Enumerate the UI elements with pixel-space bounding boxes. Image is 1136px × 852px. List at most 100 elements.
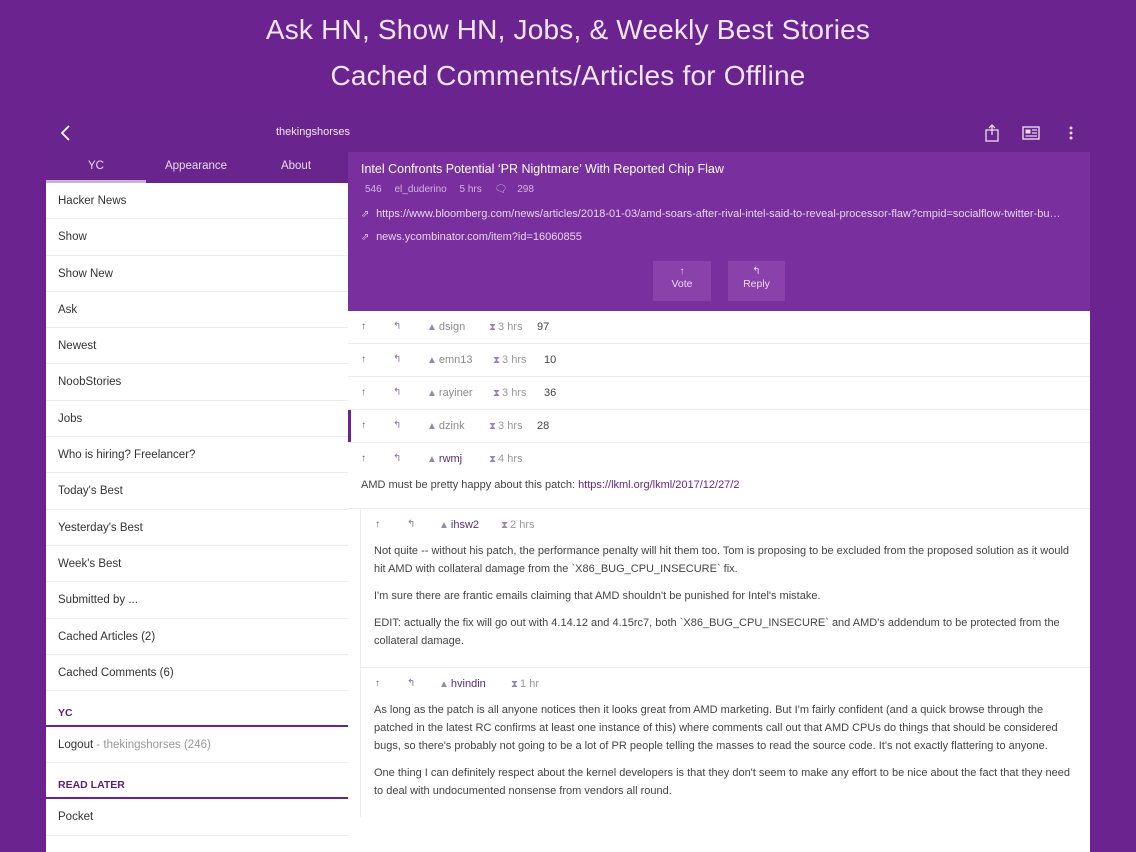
comment-user[interactable]: ▲ rayiner — [427, 387, 473, 399]
menu-item-submitted-by[interactable]: Submitted by ... — [46, 582, 348, 619]
user-icon: ▲ — [427, 388, 437, 399]
upvote-icon[interactable]: ↑ — [361, 453, 366, 464]
reply-icon[interactable]: ↰ — [393, 420, 401, 431]
reply-icon[interactable]: ↰ — [393, 387, 401, 398]
section-header-yc: YC — [46, 691, 348, 728]
user-icon: ▲ — [427, 322, 437, 333]
reply-icon[interactable]: ↰ — [407, 678, 415, 689]
menu-item-todays-best[interactable]: Today's Best — [46, 473, 348, 510]
reply-icon[interactable]: ↰ — [393, 354, 401, 365]
menu-item-yesterdays-best[interactable]: Yesterday's Best — [46, 509, 348, 546]
reply-icon[interactable]: ↰ — [393, 453, 401, 464]
comment-body: AMD must be pretty happy about this patc… — [348, 476, 1090, 509]
comment-row[interactable]: ↑ ↰ ▲ rayiner ⧗ 3 hrs 36 — [348, 377, 1090, 410]
comment-row[interactable]: ↑ ↰ ▲ dsign ⧗ 3 hrs 97 — [348, 311, 1090, 344]
menu-item-hacker-news[interactable]: Hacker News — [46, 183, 348, 220]
user-icon: ▲ — [427, 454, 437, 465]
reply-icon[interactable]: ↰ — [407, 519, 415, 530]
comment-time: ⧗ 4 hrs — [489, 453, 523, 465]
comment-time: ⧗ 2 hrs — [501, 519, 535, 531]
menu-item-noobstories[interactable]: NoobStories — [46, 364, 348, 401]
comment-user[interactable]: ▲ ihsw2 — [439, 519, 479, 531]
hourglass-icon: ⧗ — [493, 355, 501, 366]
logout-item[interactable]: Logout - thekingshorses (246) — [46, 727, 348, 764]
tab-yc[interactable]: YC — [46, 152, 146, 183]
comment-time: ⧗ 3 hrs — [493, 354, 527, 366]
top-bar: thekingshorses — [46, 114, 1090, 152]
promo-subheadline: Cached Comments/Articles for Offline — [330, 60, 806, 91]
external-link-icon: ⇗ — [361, 209, 370, 220]
logout-user: thekingshorses (246) — [103, 739, 211, 752]
reply-block: ↑ ↰ ▲ hvindin ⧗ 1 hr As long as the patch … — [361, 668, 1090, 817]
upvote-arrow-icon: ↑ — [679, 266, 685, 277]
story-hn-link[interactable]: ⇗ news.ycombinator.com/item?id=16060855 — [361, 231, 582, 243]
upvote-icon[interactable]: ↑ — [361, 321, 366, 332]
menu-item-pocket[interactable]: Pocket — [46, 799, 348, 836]
comment-row-selected[interactable]: ↑ ↰ ▲ dzink ⧗ 3 hrs 28 — [348, 410, 1090, 443]
menu-item-show[interactable]: Show — [46, 219, 348, 256]
reply-arrow-icon: ↰ — [752, 266, 761, 277]
story-points: 546 — [365, 184, 382, 195]
reply-thread: ↑ ↰ ▲ ihsw2 ⧗ 2 hrs Not quite -- without h… — [360, 509, 1090, 817]
logout-separator: - — [93, 739, 104, 752]
story-title[interactable]: Intel Confronts Potential ‘PR Nightmare’… — [361, 162, 724, 176]
hourglass-icon: ⧗ — [493, 388, 501, 399]
comment-user[interactable]: ▲ emn13 — [427, 354, 473, 366]
reply-icon[interactable]: ↰ — [393, 321, 401, 332]
upvote-icon[interactable]: ↑ — [361, 387, 366, 398]
reply-row[interactable]: ↑ ↰ ▲ hvindin ⧗ 1 hr — [361, 668, 1090, 701]
story-comments: 298 — [517, 184, 534, 195]
hourglass-icon: ⧗ — [511, 679, 519, 690]
hourglass-icon: ⧗ — [489, 421, 497, 432]
user-icon: ▲ — [439, 679, 449, 690]
comment-count: 97 — [537, 321, 550, 333]
reply-row[interactable]: ↑ ↰ ▲ ihsw2 ⧗ 2 hrs — [361, 509, 1090, 542]
menu-item-jobs[interactable]: Jobs — [46, 400, 348, 438]
upvote-icon[interactable]: ↑ — [361, 420, 366, 431]
comment-user[interactable]: ▲ dzink — [427, 420, 465, 432]
external-link-icon: ⇗ — [361, 232, 370, 243]
comment-user[interactable]: ▲ hvindin — [439, 678, 486, 690]
tab-about[interactable]: About — [246, 152, 346, 183]
comment-row[interactable]: ↑ ↰ ▲ emn13 ⧗ 3 hrs 10 — [348, 344, 1090, 377]
comment-count: 10 — [544, 354, 557, 366]
sidebar: YC Appearance About Hacker News Show Sho… — [46, 152, 348, 852]
user-icon: ▲ — [439, 520, 449, 531]
comment-count: 28 — [537, 420, 550, 432]
comment-link[interactable]: https://lkml.org/lkml/2017/12/27/2 — [578, 479, 739, 491]
menu-item-cached-comments[interactable]: Cached Comments (6) — [46, 654, 348, 692]
comment-time: ⧗ 3 hrs — [489, 420, 523, 432]
story-author[interactable]: el_duderino — [394, 184, 446, 195]
menu-item-weeks-best[interactable]: Week's Best — [46, 545, 348, 583]
comment-user[interactable]: ▲ dsign — [427, 321, 465, 333]
comment-row-expanded[interactable]: ↑ ↰ ▲ rwmj ⧗ 4 hrs — [348, 443, 1090, 476]
menu-item-show-new[interactable]: Show New — [46, 255, 348, 292]
section-header-read-later: READ LATER — [46, 763, 348, 800]
comment-time: ⧗ 3 hrs — [493, 387, 527, 399]
menu-item-who-is-hiring[interactable]: Who is hiring? Freelancer? — [46, 437, 348, 474]
share-icon[interactable] — [982, 123, 1002, 143]
story-age: 5 hrs — [459, 184, 482, 195]
upvote-icon[interactable]: ↑ — [375, 519, 380, 530]
upvote-icon[interactable]: ↑ — [361, 354, 366, 365]
reply-block: ↑ ↰ ▲ ihsw2 ⧗ 2 hrs Not quite -- without h… — [361, 509, 1090, 668]
hourglass-icon: ⧗ — [501, 520, 509, 531]
vote-button[interactable]: ↑ Vote — [653, 261, 711, 301]
menu-item-newest[interactable]: Newest — [46, 328, 348, 365]
story-article-link[interactable]: ⇗ https://www.bloomberg.com/news/article… — [361, 208, 1060, 220]
menu-item-ask[interactable]: Ask — [46, 291, 348, 329]
user-icon: ▲ — [427, 355, 437, 366]
back-arrow-icon[interactable] — [56, 123, 76, 143]
more-options-icon[interactable] — [1061, 123, 1081, 143]
upvote-icon[interactable]: ↑ — [375, 678, 380, 689]
app-window: thekingshorses YC Appearance About Hacke… — [46, 114, 1090, 852]
tab-appearance[interactable]: Appearance — [146, 152, 246, 183]
reader-view-icon[interactable] — [1021, 123, 1041, 143]
menu-item-cached-articles[interactable]: Cached Articles (2) — [46, 618, 348, 655]
main-panel: Intel Confronts Potential ‘PR Nightmare’… — [348, 152, 1090, 852]
promo-headline: Ask HN, Show HN, Jobs, & Weekly Best Sto… — [265, 14, 871, 45]
hourglass-icon: ⧗ — [489, 454, 497, 465]
comment-user[interactable]: ▲ rwmj — [427, 453, 462, 465]
logout-label: Logout — [58, 739, 94, 752]
reply-button[interactable]: ↰ Reply — [728, 261, 785, 301]
